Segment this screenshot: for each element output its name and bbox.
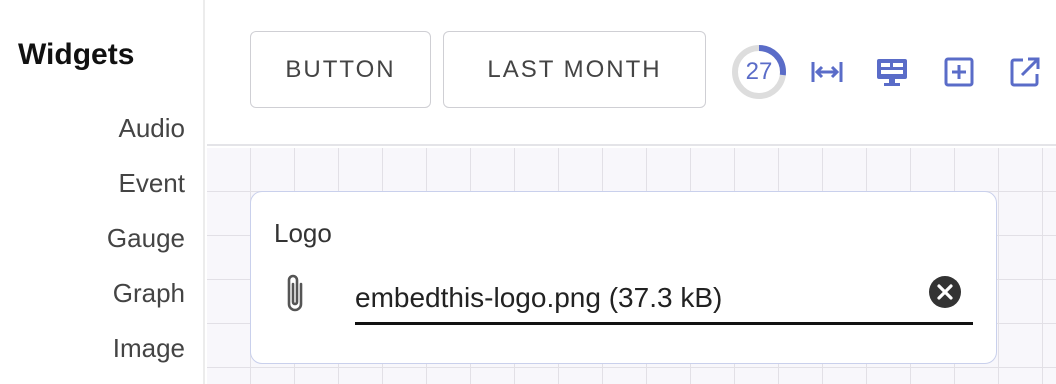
sidebar-item-graph[interactable]: Graph — [113, 278, 185, 309]
sidebar-item-audio[interactable]: Audio — [119, 113, 186, 144]
toolbar: BUTTON LAST MONTH 27 — [207, 0, 1056, 146]
sidebar-item-image[interactable]: Image — [113, 333, 185, 364]
gauge-widget[interactable]: 27 — [731, 44, 787, 100]
sidebar-item-event[interactable]: Event — [119, 168, 186, 199]
display-icon[interactable] — [874, 54, 910, 90]
file-widget-card[interactable]: Logo embedthis-logo.png (37.3 kB) — [250, 191, 997, 364]
paperclip-icon — [287, 274, 303, 312]
file-name-value: embedthis-logo.png (37.3 kB) — [355, 282, 723, 313]
sidebar-title: Widgets — [18, 38, 135, 71]
button-widget-button[interactable]: BUTTON — [250, 31, 431, 108]
open-external-icon[interactable] — [1007, 54, 1043, 90]
add-box-icon[interactable] — [941, 54, 977, 90]
gauge-value: 27 — [745, 58, 773, 85]
sidebar: Widgets Audio Event Gauge Graph Image — [0, 0, 205, 384]
widget-label: Logo — [274, 218, 332, 248]
clear-icon[interactable] — [928, 275, 962, 309]
date-range-button[interactable]: LAST MONTH — [443, 31, 706, 108]
dashboard-canvas: Logo embedthis-logo.png (37.3 kB) — [207, 148, 1056, 384]
sidebar-item-gauge[interactable]: Gauge — [107, 223, 185, 254]
file-input[interactable]: embedthis-logo.png (37.3 kB) — [355, 270, 973, 325]
fit-width-icon[interactable] — [809, 54, 845, 90]
